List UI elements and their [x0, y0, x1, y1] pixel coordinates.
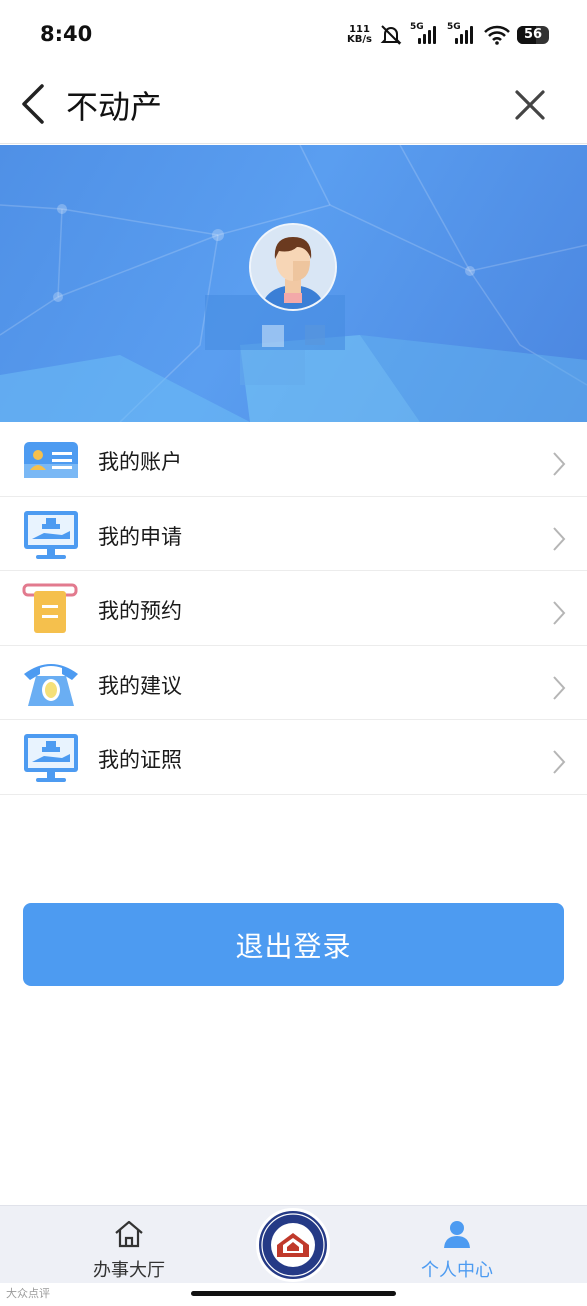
back-arrow-icon[interactable]: [14, 80, 54, 128]
signal-sim1-icon: 5G: [410, 22, 440, 46]
tab-label: 个人中心: [421, 1260, 493, 1281]
home-indicator[interactable]: [191, 1291, 396, 1296]
chevron-right-icon: [553, 750, 566, 774]
menu-item-label: 我的预约: [98, 599, 182, 623]
menu-item-appointment[interactable]: 我的预约: [0, 571, 587, 646]
menu-item-application[interactable]: 我的申请: [0, 497, 587, 571]
menu-item-label: 我的建议: [98, 673, 182, 698]
navigation-header: 不动产: [0, 70, 587, 144]
mute-bell-icon: [380, 25, 402, 45]
page-title: 不动产: [66, 88, 163, 126]
account-card-icon: [24, 442, 78, 478]
status-time: 8:40: [40, 22, 93, 46]
menu-item-label: 我的证照: [98, 748, 182, 772]
logout-button[interactable]: 退出登录: [23, 903, 564, 986]
menu-item-license[interactable]: 我的证照: [0, 720, 587, 795]
real-estate-registration-logo[interactable]: [256, 1208, 330, 1282]
signal-sim2-icon: 5G: [447, 22, 477, 46]
watermark: 大众点评: [6, 1287, 50, 1300]
telephone-icon: [24, 663, 78, 706]
status-bar: 8:40 111 KB/s 5G 5G 56: [0, 0, 587, 70]
chevron-right-icon: [553, 526, 566, 551]
close-icon[interactable]: [513, 88, 547, 122]
account-menu: 我的账户 我的申请 我的预约 我的建议 我的证照: [0, 422, 587, 795]
tab-service-hall[interactable]: 办事大厅: [59, 1206, 199, 1284]
chevron-right-icon: [553, 601, 566, 625]
user-avatar-icon: [251, 225, 335, 309]
network-speed: 111 KB/s: [347, 24, 372, 45]
person-icon: [444, 1221, 470, 1248]
license-monitor-icon: [24, 734, 78, 782]
chevron-right-icon: [553, 452, 566, 476]
appointment-ticket-icon: [22, 583, 78, 633]
application-monitor-icon: [24, 510, 78, 559]
avatar[interactable]: [249, 223, 337, 311]
status-icons: 111 KB/s 5G 5G 56: [347, 22, 549, 48]
menu-item-account[interactable]: 我的账户: [0, 422, 587, 497]
wifi-icon: [484, 25, 510, 45]
chevron-right-icon: [553, 675, 566, 700]
menu-item-label: 我的申请: [98, 524, 182, 549]
registration-seal-icon: [261, 1213, 325, 1277]
battery-indicator: 56: [517, 26, 549, 44]
menu-item-suggestion[interactable]: 我的建议: [0, 646, 587, 720]
profile-banner: [0, 145, 587, 422]
tab-label: 办事大厅: [93, 1260, 165, 1281]
menu-item-label: 我的账户: [98, 450, 182, 474]
home-icon: [115, 1220, 143, 1248]
tab-personal-center[interactable]: 个人中心: [387, 1206, 527, 1284]
